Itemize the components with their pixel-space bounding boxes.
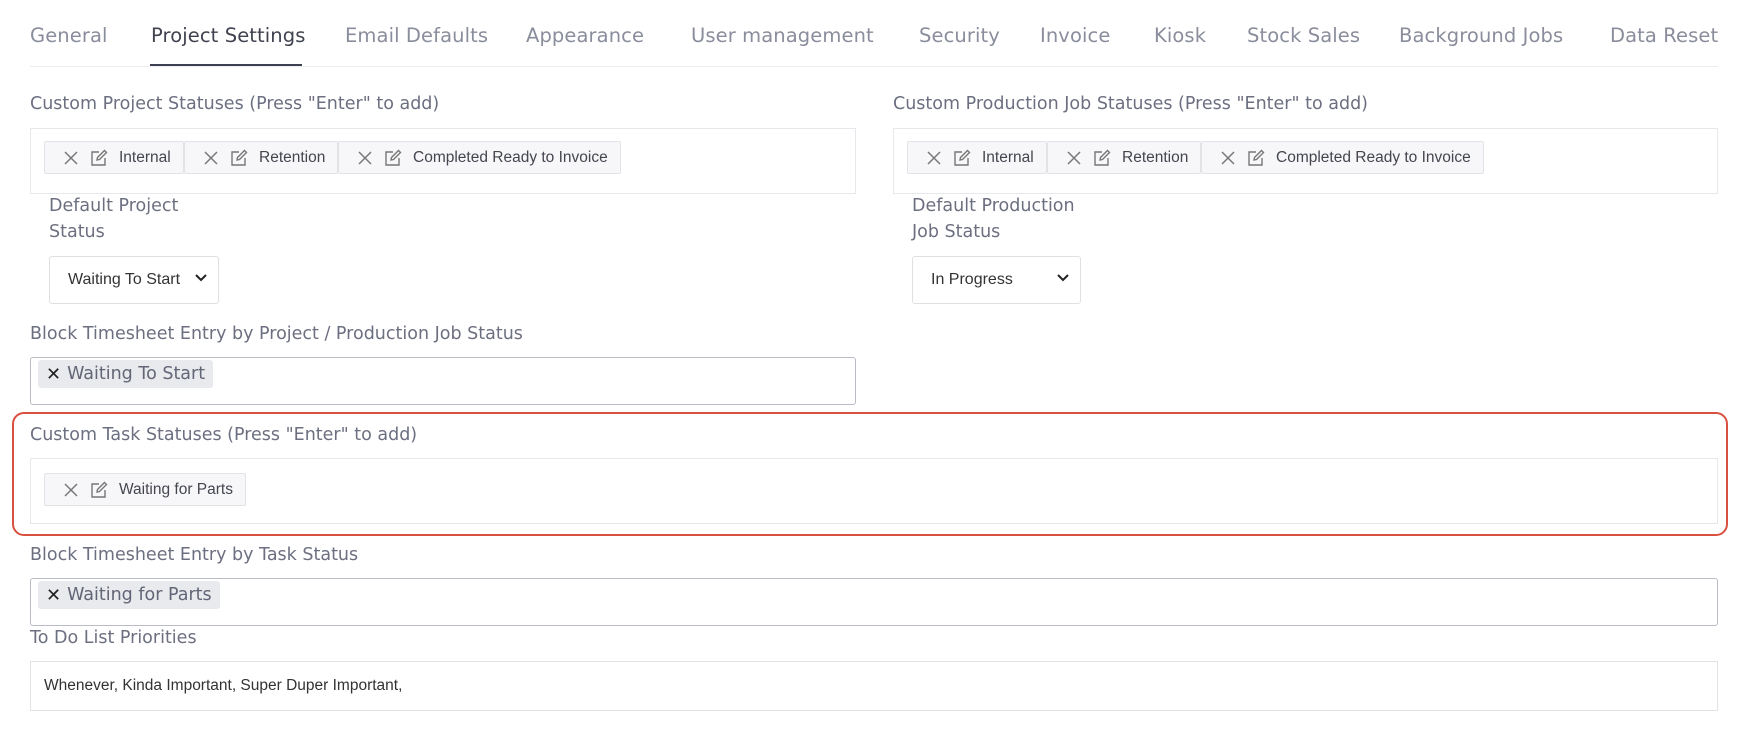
block-by-task-label: Block Timesheet Entry by Task Status — [30, 545, 359, 565]
project-status-tag: Internal — [44, 141, 184, 174]
edit-tag-icon[interactable] — [89, 148, 109, 168]
remove-tag-icon[interactable] — [61, 148, 81, 168]
project-status-tag: Completed Ready to Invoice — [338, 141, 621, 174]
todo-priorities-label: To Do List Priorities — [30, 628, 197, 648]
selected-value: Waiting To Start — [68, 271, 181, 288]
production-status-tag: Internal — [907, 141, 1047, 174]
tag-label: Retention — [259, 148, 326, 166]
chevron-down-icon — [1057, 274, 1069, 282]
selected-value: In Progress — [931, 271, 1013, 288]
block-by-project-multiselect[interactable]: ✕ Waiting To Start — [30, 357, 856, 405]
tag-label: Internal — [119, 148, 171, 166]
tab-project-settings[interactable]: Project Settings — [151, 24, 306, 47]
project-statuses-label: Custom Project Statuses (Press "Enter" t… — [30, 94, 440, 114]
tag-label: Completed Ready to Invoice — [413, 148, 608, 166]
edit-tag-icon[interactable] — [229, 148, 249, 168]
default-project-status-label-line2: Status — [49, 222, 105, 242]
default-production-status-label-line1: Default Production — [912, 196, 1075, 216]
tab-kiosk[interactable]: Kiosk — [1154, 24, 1206, 47]
task-statuses-input[interactable] — [30, 458, 1718, 524]
tab-data-reset[interactable]: Data Reset — [1610, 24, 1718, 47]
tab-background-jobs[interactable]: Background Jobs — [1399, 24, 1563, 47]
tag-label: Internal — [982, 148, 1034, 166]
edit-tag-icon[interactable] — [89, 480, 109, 500]
task-statuses-label: Custom Task Statuses (Press "Enter" to a… — [30, 425, 418, 445]
tab-user-management[interactable]: User management — [691, 24, 874, 47]
todo-priorities-value: Whenever, Kinda Important, Super Duper I… — [44, 677, 403, 694]
tag-label: Retention — [1122, 148, 1189, 166]
remove-tag-icon[interactable] — [924, 148, 944, 168]
selected-chip: ✕ Waiting To Start — [38, 360, 214, 388]
todo-priorities-input[interactable]: Whenever, Kinda Important, Super Duper I… — [30, 661, 1718, 711]
default-production-status-label-line2: Job Status — [912, 222, 1001, 242]
default-project-status-label-line1: Default Project — [49, 196, 179, 216]
tab-appearance[interactable]: Appearance — [526, 24, 644, 47]
remove-tag-icon[interactable] — [1218, 148, 1238, 168]
block-by-task-multiselect[interactable]: ✕ Waiting for Parts — [30, 578, 1718, 626]
edit-tag-icon[interactable] — [1092, 148, 1112, 168]
remove-tag-icon[interactable] — [355, 148, 375, 168]
remove-chip-icon[interactable]: ✕ — [46, 364, 61, 385]
remove-tag-icon[interactable] — [61, 480, 81, 500]
block-by-project-label: Block Timesheet Entry by Project / Produ… — [30, 324, 523, 344]
default-production-status-select[interactable]: In Progress — [912, 256, 1081, 304]
edit-tag-icon[interactable] — [1246, 148, 1266, 168]
production-status-tag: Retention — [1047, 141, 1202, 174]
chip-label: Waiting for Parts — [67, 585, 212, 605]
remove-chip-icon[interactable]: ✕ — [46, 585, 61, 606]
tab-general[interactable]: General — [30, 24, 108, 47]
edit-tag-icon[interactable] — [383, 148, 403, 168]
remove-tag-icon[interactable] — [1064, 148, 1084, 168]
tag-label: Completed Ready to Invoice — [1276, 148, 1471, 166]
tab-stock-sales[interactable]: Stock Sales — [1247, 24, 1360, 47]
tab-security[interactable]: Security — [919, 24, 1000, 47]
tab-email-defaults[interactable]: Email Defaults — [345, 24, 488, 47]
active-tab-indicator — [150, 64, 302, 66]
chevron-down-icon — [195, 274, 207, 282]
selected-chip: ✕ Waiting for Parts — [38, 581, 220, 609]
remove-tag-icon[interactable] — [201, 148, 221, 168]
edit-tag-icon[interactable] — [952, 148, 972, 168]
default-project-status-select[interactable]: Waiting To Start — [49, 256, 219, 304]
production-status-tag: Completed Ready to Invoice — [1201, 141, 1484, 174]
tab-invoice[interactable]: Invoice — [1040, 24, 1110, 47]
chip-label: Waiting To Start — [67, 364, 206, 384]
project-status-tag: Retention — [184, 141, 339, 174]
tag-label: Waiting for Parts — [119, 480, 233, 498]
task-status-tag: Waiting for Parts — [44, 473, 246, 506]
production-statuses-label: Custom Production Job Statuses (Press "E… — [893, 94, 1369, 114]
